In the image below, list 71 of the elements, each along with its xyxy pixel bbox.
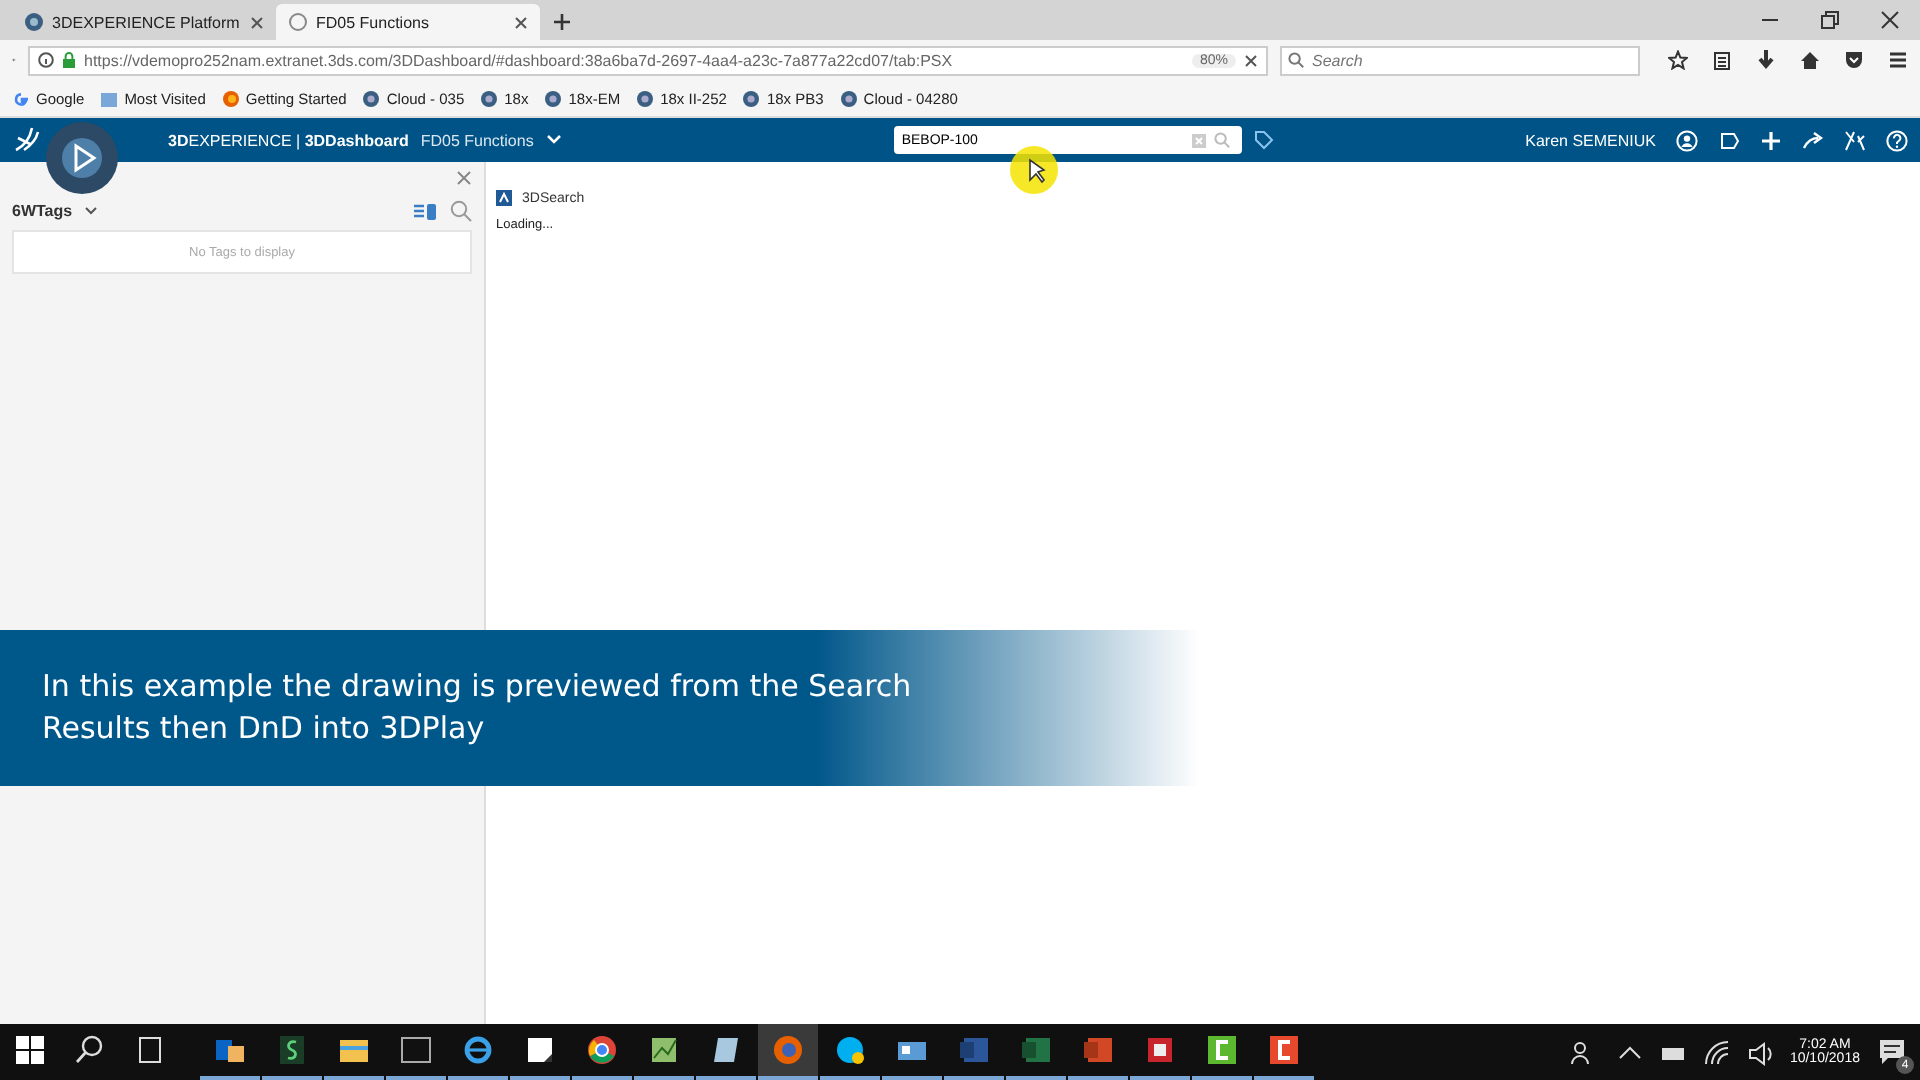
cursor-highlight	[1008, 144, 1060, 196]
share-icon[interactable]	[1802, 129, 1824, 151]
platform-icon	[742, 89, 761, 107]
platform-icon	[544, 89, 563, 107]
logo-icon	[12, 126, 44, 154]
tag-list-icon[interactable]	[414, 201, 438, 221]
platform-icon	[636, 89, 655, 107]
speaker-icon[interactable]	[1745, 1038, 1774, 1066]
platform-icon	[24, 12, 44, 32]
help-icon[interactable]	[1886, 129, 1908, 151]
chrome-icon[interactable]	[586, 1034, 618, 1066]
envelope-icon[interactable]	[214, 1034, 246, 1066]
compass-icon[interactable]	[44, 120, 120, 196]
bracket-icon[interactable]	[1268, 1034, 1300, 1066]
folder-icon	[100, 89, 119, 107]
download-icon[interactable]	[1756, 50, 1776, 70]
platform-icon	[839, 89, 858, 107]
platform-icon	[480, 89, 499, 107]
app-icon[interactable]	[1144, 1034, 1176, 1066]
google-icon	[12, 89, 30, 107]
firefox-icon	[221, 89, 240, 107]
bracket-icon[interactable]	[1206, 1034, 1238, 1066]
browser-tab[interactable]: FD05 Functions	[276, 4, 540, 40]
browser-tab[interactable]: 3DEXPERIENCE Platform	[12, 4, 276, 40]
notepad-icon[interactable]	[710, 1034, 742, 1066]
globe-icon	[288, 12, 308, 32]
chart-icon[interactable]	[648, 1034, 680, 1066]
close-icon[interactable]	[1244, 53, 1258, 67]
star-icon[interactable]	[1668, 50, 1688, 70]
wifi-icon[interactable]	[1701, 1038, 1730, 1066]
user-icon[interactable]	[1676, 129, 1698, 151]
notification-icon[interactable]	[1876, 1036, 1908, 1068]
task-view-icon[interactable]	[134, 1034, 166, 1066]
platform-icon	[362, 89, 381, 107]
folder-icon[interactable]	[338, 1034, 370, 1066]
firefox-icon[interactable]	[772, 1034, 804, 1066]
tools-icon[interactable]	[1844, 129, 1866, 151]
tag-icon[interactable]	[1253, 130, 1274, 150]
chat-icon[interactable]	[1718, 129, 1740, 151]
menu-icon[interactable]	[1888, 50, 1908, 70]
panel-title[interactable]: 6WTags	[12, 202, 73, 220]
caption-text: Results then DnD into 3DPlay	[42, 710, 487, 748]
info-icon	[38, 52, 54, 68]
windows-icon[interactable]	[14, 1034, 46, 1066]
close-icon[interactable]	[250, 15, 264, 29]
dashboard-menu[interactable]: FD05 Functions	[420, 131, 534, 149]
excel-icon[interactable]	[1020, 1034, 1052, 1066]
user-name[interactable]: Karen SEMENIUK	[1525, 131, 1656, 149]
terminal-icon[interactable]	[400, 1034, 432, 1066]
home-icon[interactable]	[1800, 50, 1820, 70]
app-title: 3DEXPERIENCE | 3DDashboard	[168, 131, 409, 149]
close-icon[interactable]	[1880, 10, 1900, 30]
clipboard-icon[interactable]	[1712, 50, 1732, 70]
new-tab-icon[interactable]	[552, 12, 572, 32]
skype-icon[interactable]	[834, 1034, 866, 1066]
app-icon[interactable]	[276, 1034, 308, 1066]
close-icon[interactable]	[514, 15, 528, 29]
browser-e-icon[interactable]	[462, 1034, 494, 1066]
search-icon[interactable]	[74, 1034, 106, 1066]
search-field[interactable]: Search	[1280, 45, 1640, 75]
pocket-icon[interactable]	[1844, 50, 1864, 70]
search-icon	[1288, 52, 1304, 68]
chevron-down-icon[interactable]	[84, 206, 99, 216]
caption-text: In this example the drawing is previewed from the Search	[42, 668, 914, 706]
search-app-icon	[496, 190, 512, 206]
restore-icon[interactable]	[1820, 10, 1840, 30]
slides-icon[interactable]	[1082, 1034, 1114, 1066]
lock-icon	[62, 52, 76, 68]
plus-icon[interactable]	[1760, 129, 1782, 151]
note-icon[interactable]	[524, 1034, 556, 1066]
word-icon[interactable]	[958, 1034, 990, 1066]
